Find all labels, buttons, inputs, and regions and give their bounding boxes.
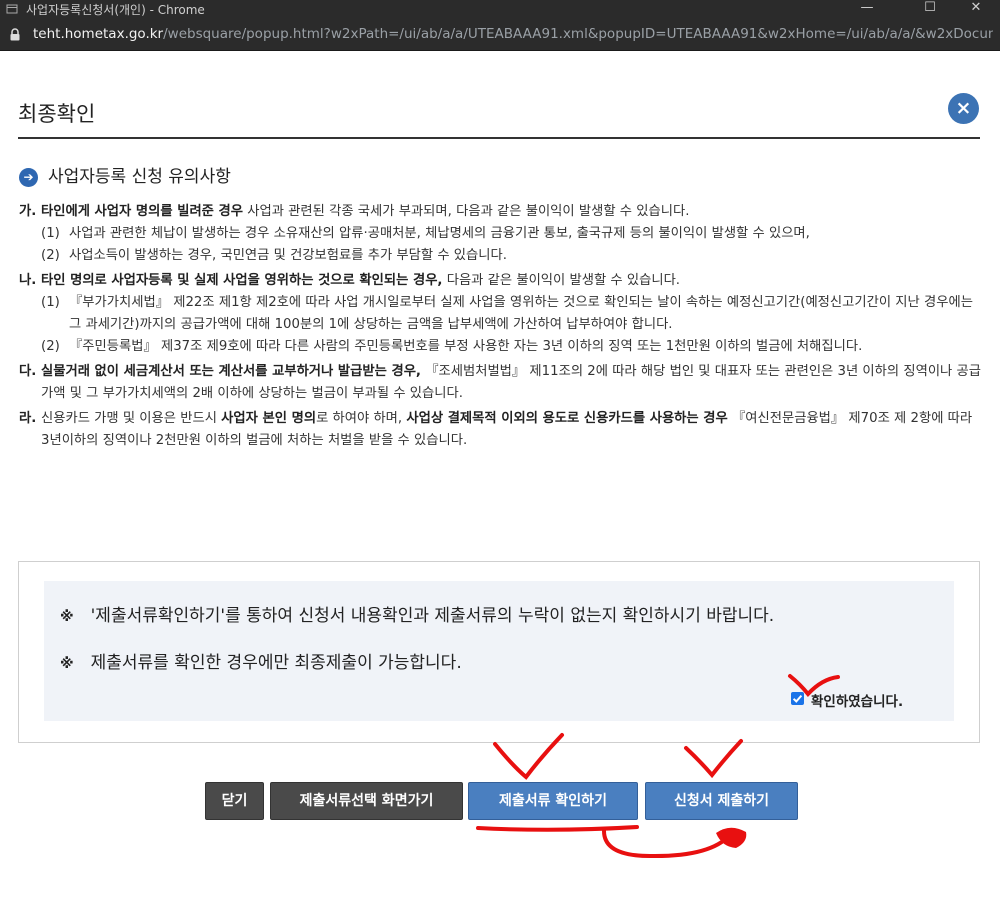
item-marker: 라.	[19, 411, 37, 426]
notice-item-ra: 라. 신용카드 가맹 및 이용은 반드시 사업자 본인 명의로 하여야 하며, …	[19, 408, 981, 452]
item-bold: 사업상 결제목적 이외의 용도로 신용카드를 사용하는 경우	[406, 411, 728, 426]
url-text[interactable]: teht.hometax.go.kr/websquare/popup.html?…	[33, 26, 993, 42]
item-bold: 사업자 본인 명의	[221, 411, 317, 426]
address-bar[interactable]: teht.hometax.go.kr/websquare/popup.html?…	[0, 18, 1000, 51]
item-text: 신용카드 가맹 및 이용은 반드시	[41, 411, 222, 426]
restore-button[interactable]: ☐	[910, 0, 950, 18]
window-title: 사업자등록신청서(개인) - Chrome	[26, 3, 205, 17]
item-marker: 다.	[19, 364, 37, 379]
sub-marker: (1)	[41, 295, 60, 310]
doc-select-screen-button[interactable]: 제출서류선택 화면가기	[270, 782, 463, 820]
item-bold: 타인 명의로 사업자등록 및 실제 사업을 영위하는 것으로 확인되는 경우,	[41, 273, 443, 288]
sub-marker: (1)	[41, 226, 60, 241]
dialog-close-icon[interactable]: ×	[948, 93, 979, 124]
notice-list: 가. 타인에게 사업자 명의를 빌려준 경우 사업과 관련된 각종 국세가 부과…	[19, 201, 981, 452]
annotation-arrow-path	[602, 829, 732, 859]
sub-text: 사업과 관련한 체납이 발생하는 경우 소유재산의 압류·공매처분, 체납명세의…	[69, 226, 810, 241]
checkmark-icon	[792, 694, 803, 703]
arrow-circle-icon: ➔	[19, 168, 38, 187]
confirm-panel: ※ '제출서류확인하기'를 통하여 신청서 내용확인과 제출서류의 누락이 없는지…	[44, 581, 954, 721]
window-close-button[interactable]: ✕	[956, 0, 996, 18]
section-heading-text: 사업자등록 신청 유의사항	[48, 167, 231, 187]
item-text: 사업과 관련된 각종 국세가 부과되며, 다음과 같은 불이익이 발생할 수 있…	[243, 204, 690, 219]
title-divider	[18, 137, 980, 139]
app-icon	[6, 4, 18, 14]
window-titlebar: 사업자등록신청서(개인) - Chrome — ☐ ✕	[0, 0, 1000, 18]
item-text: 다음과 같은 불이익이 발생할 수 있습니다.	[442, 273, 681, 288]
confirm-checkbox[interactable]	[791, 692, 804, 705]
confirm-box: ※ '제출서류확인하기'를 통하여 신청서 내용확인과 제출서류의 누락이 없는지…	[18, 561, 980, 743]
confirm-checkbox-label[interactable]: 확인하였습니다.	[811, 690, 903, 710]
sub-item: (2) 사업소득이 발생하는 경우, 국민연금 및 건강보험료를 추가 부담할 수…	[41, 245, 981, 267]
sub-text: 사업소득이 발생하는 경우, 국민연금 및 건강보험료를 추가 부담할 수 있습…	[69, 248, 507, 263]
sub-marker: (2)	[41, 248, 60, 263]
dialog-title: 최종확인	[18, 102, 96, 126]
minimize-button[interactable]: —	[847, 0, 887, 18]
sub-item: (2) 『주민등록법』 제37조 제9호에 따라 다른 사람의 주민등록번호를 부…	[41, 336, 981, 358]
doc-check-button[interactable]: 제출서류 확인하기	[468, 782, 638, 820]
annotation-check-mark	[684, 739, 743, 779]
annotation-underline	[476, 825, 639, 832]
sub-item: (1) 『부가가치세법』 제22조 제1항 제2호에 따라 사업 개시일로부터 실…	[41, 292, 981, 336]
sub-text: 『부가가치세법』 제22조 제1항 제2호에 따라 사업 개시일로부터 실제 사…	[69, 295, 973, 332]
notice-item-na: 나. 타인 명의로 사업자등록 및 실제 사업을 영위하는 것으로 확인되는 경…	[19, 270, 981, 358]
confirm-line-2-text: 제출서류를 확인한 경우에만 최종제출이 가능합니다.	[90, 653, 462, 673]
lock-icon	[10, 28, 20, 41]
item-bold: 타인에게 사업자 명의를 빌려준 경우	[41, 204, 244, 219]
section-heading: ➔ 사업자등록 신청 유의사항	[19, 162, 231, 187]
confirm-line-2: ※ 제출서류를 확인한 경우에만 최종제출이 가능합니다.	[60, 648, 462, 673]
sub-text: 『주민등록법』 제37조 제9호에 따라 다른 사람의 주민등록번호를 부정 사…	[69, 339, 863, 354]
notice-item-ga: 가. 타인에게 사업자 명의를 빌려준 경우 사업과 관련된 각종 국세가 부과…	[19, 201, 981, 267]
notice-item-da: 다. 실물거래 없이 세금계산서 또는 계산서를 교부하거나 발급받는 경우, …	[19, 361, 981, 405]
annotation-arrow-head	[716, 827, 747, 848]
item-marker: 가.	[19, 204, 37, 219]
item-marker: 나.	[19, 273, 37, 288]
item-bold: 실물거래 없이 세금계산서 또는 계산서를 교부하거나 발급받는 경우,	[41, 364, 421, 379]
confirm-line-1-text: '제출서류확인하기'를 통하여 신청서 내용확인과 제출서류의 누락이 없는지 …	[90, 606, 775, 626]
url-host: teht.hometax.go.kr	[33, 26, 164, 42]
item-text: 로 하여야 하며,	[316, 411, 407, 426]
url-path: /websquare/popup.html?w2xPath=/ui/ab/a/a…	[163, 26, 993, 42]
reference-mark-icon: ※	[60, 609, 74, 625]
confirm-line-1: ※ '제출서류확인하기'를 통하여 신청서 내용확인과 제출서류의 누락이 없는지…	[60, 601, 774, 626]
sub-item: (1) 사업과 관련한 체납이 발생하는 경우 소유재산의 압류·공매처분, 체납…	[41, 223, 981, 245]
sub-marker: (2)	[41, 339, 60, 354]
reference-mark-icon: ※	[60, 656, 74, 672]
close-button[interactable]: 닫기	[205, 782, 264, 820]
submit-application-button[interactable]: 신청서 제출하기	[645, 782, 798, 820]
popup-page: 최종확인 × ➔ 사업자등록 신청 유의사항 가. 타인에게 사업자 명의를 빌려…	[0, 51, 1000, 900]
